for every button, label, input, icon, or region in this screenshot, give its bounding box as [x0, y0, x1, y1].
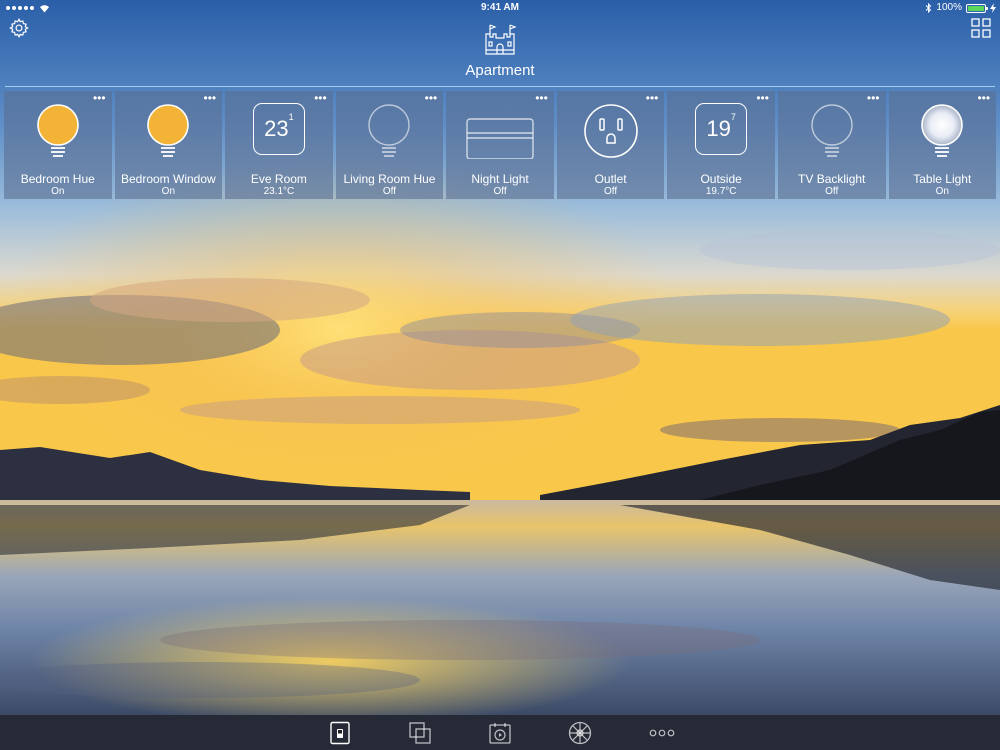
tile-state: Off — [382, 186, 397, 197]
more-options-icon[interactable]: ••• — [756, 92, 769, 104]
tile-eve-room[interactable]: ••• 231 Eve Room 23.1°C — [225, 91, 333, 199]
temperature-decimal: 7 — [730, 112, 736, 122]
more-options-icon[interactable]: ••• — [314, 92, 327, 104]
gear-icon[interactable] — [8, 17, 30, 39]
tile-bedroom-window[interactable]: ••• Bedroom Window On — [114, 91, 223, 199]
tile-name: Night Light — [471, 172, 529, 186]
bulb-icon — [147, 104, 190, 157]
tab-bar — [0, 715, 1000, 750]
status-bar: 9:41 AM 100% — [0, 0, 1000, 16]
bluetooth-icon — [926, 3, 932, 13]
tile-table-light[interactable]: ••• Table Light On — [888, 91, 997, 199]
grid-icon[interactable] — [971, 18, 991, 38]
outlet-icon — [583, 104, 638, 158]
tile-state: On — [51, 186, 65, 197]
header-divider — [5, 86, 995, 87]
thermometer-display: 197 — [695, 103, 748, 155]
light-strip-icon — [466, 118, 534, 159]
more-options-icon[interactable]: ••• — [535, 92, 548, 104]
accessories-tab-icon[interactable] — [328, 721, 352, 745]
tile-bedroom-hue[interactable]: ••• Bedroom Hue On — [4, 91, 112, 199]
tile-name: Outside — [700, 172, 742, 186]
tile-name: TV Backlight — [798, 172, 866, 186]
tile-name: Bedroom Window — [120, 172, 216, 186]
tile-state: Off — [604, 186, 618, 197]
status-time: 9:41 AM — [481, 2, 519, 13]
tile-state: On — [161, 186, 176, 197]
more-options-icon[interactable]: ••• — [646, 92, 659, 104]
battery-percent: 100% — [936, 2, 962, 13]
scenes-tab-icon[interactable] — [408, 721, 432, 745]
tile-name: Bedroom Hue — [20, 172, 95, 186]
timers-tab-icon[interactable] — [488, 721, 512, 745]
rooms-tab-icon[interactable] — [568, 721, 592, 745]
temperature-whole: 19 — [706, 116, 731, 141]
tile-name: Table Light — [913, 172, 972, 186]
tile-name: Outlet — [594, 172, 627, 186]
tile-tv-backlight[interactable]: ••• TV Backlight Off — [777, 91, 886, 199]
bulb-icon — [368, 104, 411, 157]
temperature-whole: 23 — [264, 116, 289, 141]
tile-state: 23.1°C — [263, 186, 295, 197]
bulb-icon — [921, 104, 964, 157]
tile-state: Off — [493, 186, 507, 197]
tile-state: On — [935, 186, 949, 197]
charging-bolt-icon — [990, 3, 996, 13]
bulb-icon — [36, 104, 79, 157]
tile-name: Living Room Hue — [343, 172, 436, 186]
castle-icon — [485, 24, 517, 55]
more-options-icon[interactable]: ••• — [867, 92, 880, 104]
more-options-icon[interactable]: ••• — [425, 92, 438, 104]
tile-state: 19.7°C — [705, 186, 737, 197]
tile-living-room-hue[interactable]: ••• Living Room Hue Off — [335, 91, 444, 199]
more-tab-icon[interactable] — [649, 721, 675, 745]
tile-state: Off — [825, 186, 839, 197]
tile-outside[interactable]: ••• 197 Outside 19.7°C — [667, 91, 775, 199]
bulb-icon — [811, 104, 853, 157]
accessory-tiles: ••• Bedroom Hue On ••• Bedroom Window On… — [4, 91, 997, 199]
more-options-icon[interactable]: ••• — [93, 92, 106, 104]
temperature-decimal: 1 — [288, 112, 294, 122]
more-options-icon[interactable]: ••• — [204, 92, 217, 104]
tile-night-light[interactable]: ••• Night Light Off — [446, 91, 554, 199]
thermometer-display: 231 — [252, 103, 305, 155]
more-options-icon[interactable]: ••• — [977, 92, 990, 104]
home-title[interactable]: Apartment — [0, 62, 1000, 79]
tile-outlet[interactable]: ••• Outlet Off — [556, 91, 665, 199]
battery-icon — [966, 3, 988, 13]
tile-name: Eve Room — [250, 172, 307, 186]
